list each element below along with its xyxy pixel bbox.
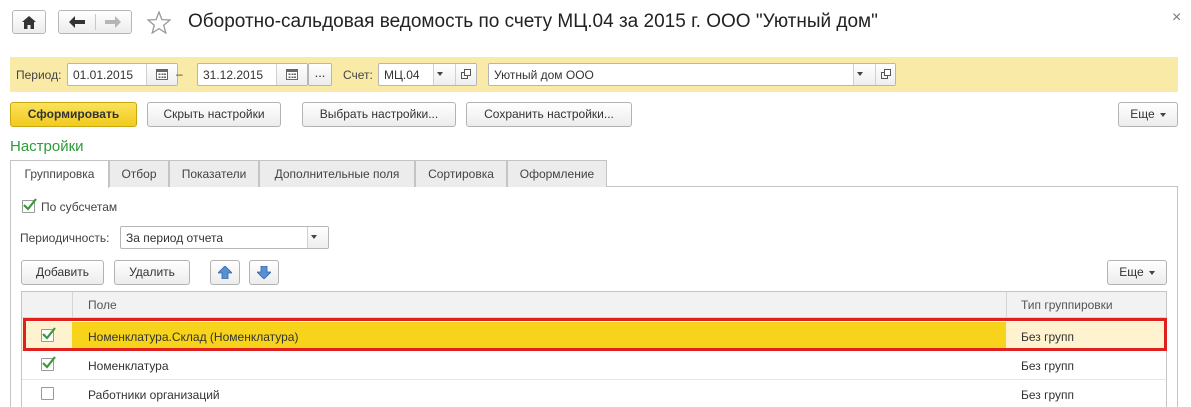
period-select-button[interactable]: ... (308, 63, 332, 86)
table-header: Поле Тип группировки (22, 292, 1166, 318)
back-arrow-icon[interactable] (69, 16, 85, 28)
chevron-down-icon (437, 72, 443, 76)
calendar-icon (156, 69, 168, 80)
periodicity-value: За период отчета (126, 231, 224, 245)
open-window-icon (461, 69, 471, 79)
organization-field[interactable]: Уютный дом ООО (488, 63, 896, 86)
periodicity-select[interactable]: За период отчета (120, 226, 329, 249)
calendar-button[interactable] (276, 64, 307, 85)
calendar-icon (286, 69, 298, 80)
favorite-star-icon[interactable] (147, 11, 171, 34)
period-dash: – (176, 67, 183, 81)
home-button[interactable] (12, 10, 46, 34)
column-divider (1006, 292, 1007, 318)
delete-button[interactable]: Удалить (114, 260, 190, 285)
tab-additional-fields[interactable]: Дополнительные поля (259, 160, 415, 187)
date-from-field[interactable]: 01.01.2015 (67, 63, 178, 86)
table-row[interactable]: Номенклатура Без групп (22, 351, 1166, 380)
checkmark-icon (23, 198, 37, 211)
column-header-grouping-type[interactable]: Тип группировки (1021, 298, 1113, 312)
column-header-field[interactable]: Поле (88, 298, 117, 312)
column-divider (72, 292, 73, 318)
checkmark-icon (42, 356, 56, 369)
page-title: Оборотно-сальдовая ведомость по счету МЦ… (188, 11, 878, 32)
nav-divider (95, 14, 96, 30)
chevron-down-icon (311, 235, 317, 239)
more-label: Еще (1119, 265, 1144, 279)
account-open-button[interactable] (455, 64, 476, 85)
tab-grouping[interactable]: Группировка (10, 160, 109, 188)
account-label: Счет: (343, 68, 373, 82)
highlight-frame (23, 318, 1167, 351)
open-window-icon (881, 69, 891, 79)
save-settings-button[interactable]: Сохранить настройки... (466, 102, 632, 127)
date-from-value: 01.01.2015 (73, 68, 134, 82)
organization-dropdown-button[interactable] (853, 64, 875, 85)
periodicity-dropdown-button[interactable] (307, 227, 328, 248)
row-checkbox[interactable] (41, 387, 54, 400)
add-button[interactable]: Добавить (21, 260, 104, 285)
date-to-value: 31.12.2015 (203, 68, 264, 82)
title-bar: Оборотно-сальдовая ведомость по счету МЦ… (0, 0, 1191, 46)
history-nav (58, 10, 132, 34)
more-label: Еще (1130, 107, 1155, 121)
tab-indicators[interactable]: Показатели (169, 160, 259, 187)
table-row[interactable]: Работники организаций Без групп (22, 380, 1166, 407)
hide-settings-button[interactable]: Скрыть настройки (147, 102, 281, 127)
more-button[interactable]: Еще (1118, 102, 1178, 127)
settings-title: Настройки (10, 138, 84, 155)
chevron-down-icon (857, 72, 863, 76)
account-value: МЦ.04 (384, 68, 420, 82)
arrow-down-icon (257, 266, 271, 279)
row-field: Работники организаций (88, 388, 220, 402)
move-down-button[interactable] (249, 260, 279, 285)
row-grouping-type[interactable]: Без групп (1021, 359, 1074, 373)
row-field: Номенклатура (88, 359, 169, 373)
by-subaccounts-label: По субсчетам (41, 200, 118, 214)
period-label: Период: (16, 68, 62, 82)
home-icon (22, 16, 36, 29)
account-field[interactable]: МЦ.04 (378, 63, 477, 86)
generate-button[interactable]: Сформировать (10, 102, 137, 127)
row-grouping-type[interactable]: Без групп (1021, 388, 1074, 402)
arrow-up-icon (218, 266, 232, 279)
tab-sorting[interactable]: Сортировка (415, 160, 507, 187)
calendar-button[interactable] (146, 64, 177, 85)
organization-open-button[interactable] (875, 64, 895, 85)
move-up-button[interactable] (210, 260, 240, 285)
forward-arrow-icon[interactable] (105, 16, 121, 28)
tab-appearance[interactable]: Оформление (507, 160, 607, 187)
row-checkbox[interactable] (41, 356, 56, 371)
chevron-down-icon (1159, 112, 1166, 117)
close-icon[interactable]: × (1172, 9, 1181, 27)
account-dropdown-button[interactable] (433, 64, 455, 85)
parameter-bar: Период: 01.01.2015 – 31.12.2015 ... Счет… (10, 57, 1178, 92)
organization-value: Уютный дом ООО (494, 68, 594, 82)
periodicity-label: Периодичность: (20, 231, 110, 245)
tab-filter[interactable]: Отбор (109, 160, 169, 187)
choose-settings-button[interactable]: Выбрать настройки... (302, 102, 456, 127)
date-to-field[interactable]: 31.12.2015 (197, 63, 308, 86)
chevron-down-icon (1148, 270, 1155, 275)
by-subaccounts-checkbox[interactable] (22, 198, 37, 213)
grid-more-button[interactable]: Еще (1107, 260, 1167, 285)
